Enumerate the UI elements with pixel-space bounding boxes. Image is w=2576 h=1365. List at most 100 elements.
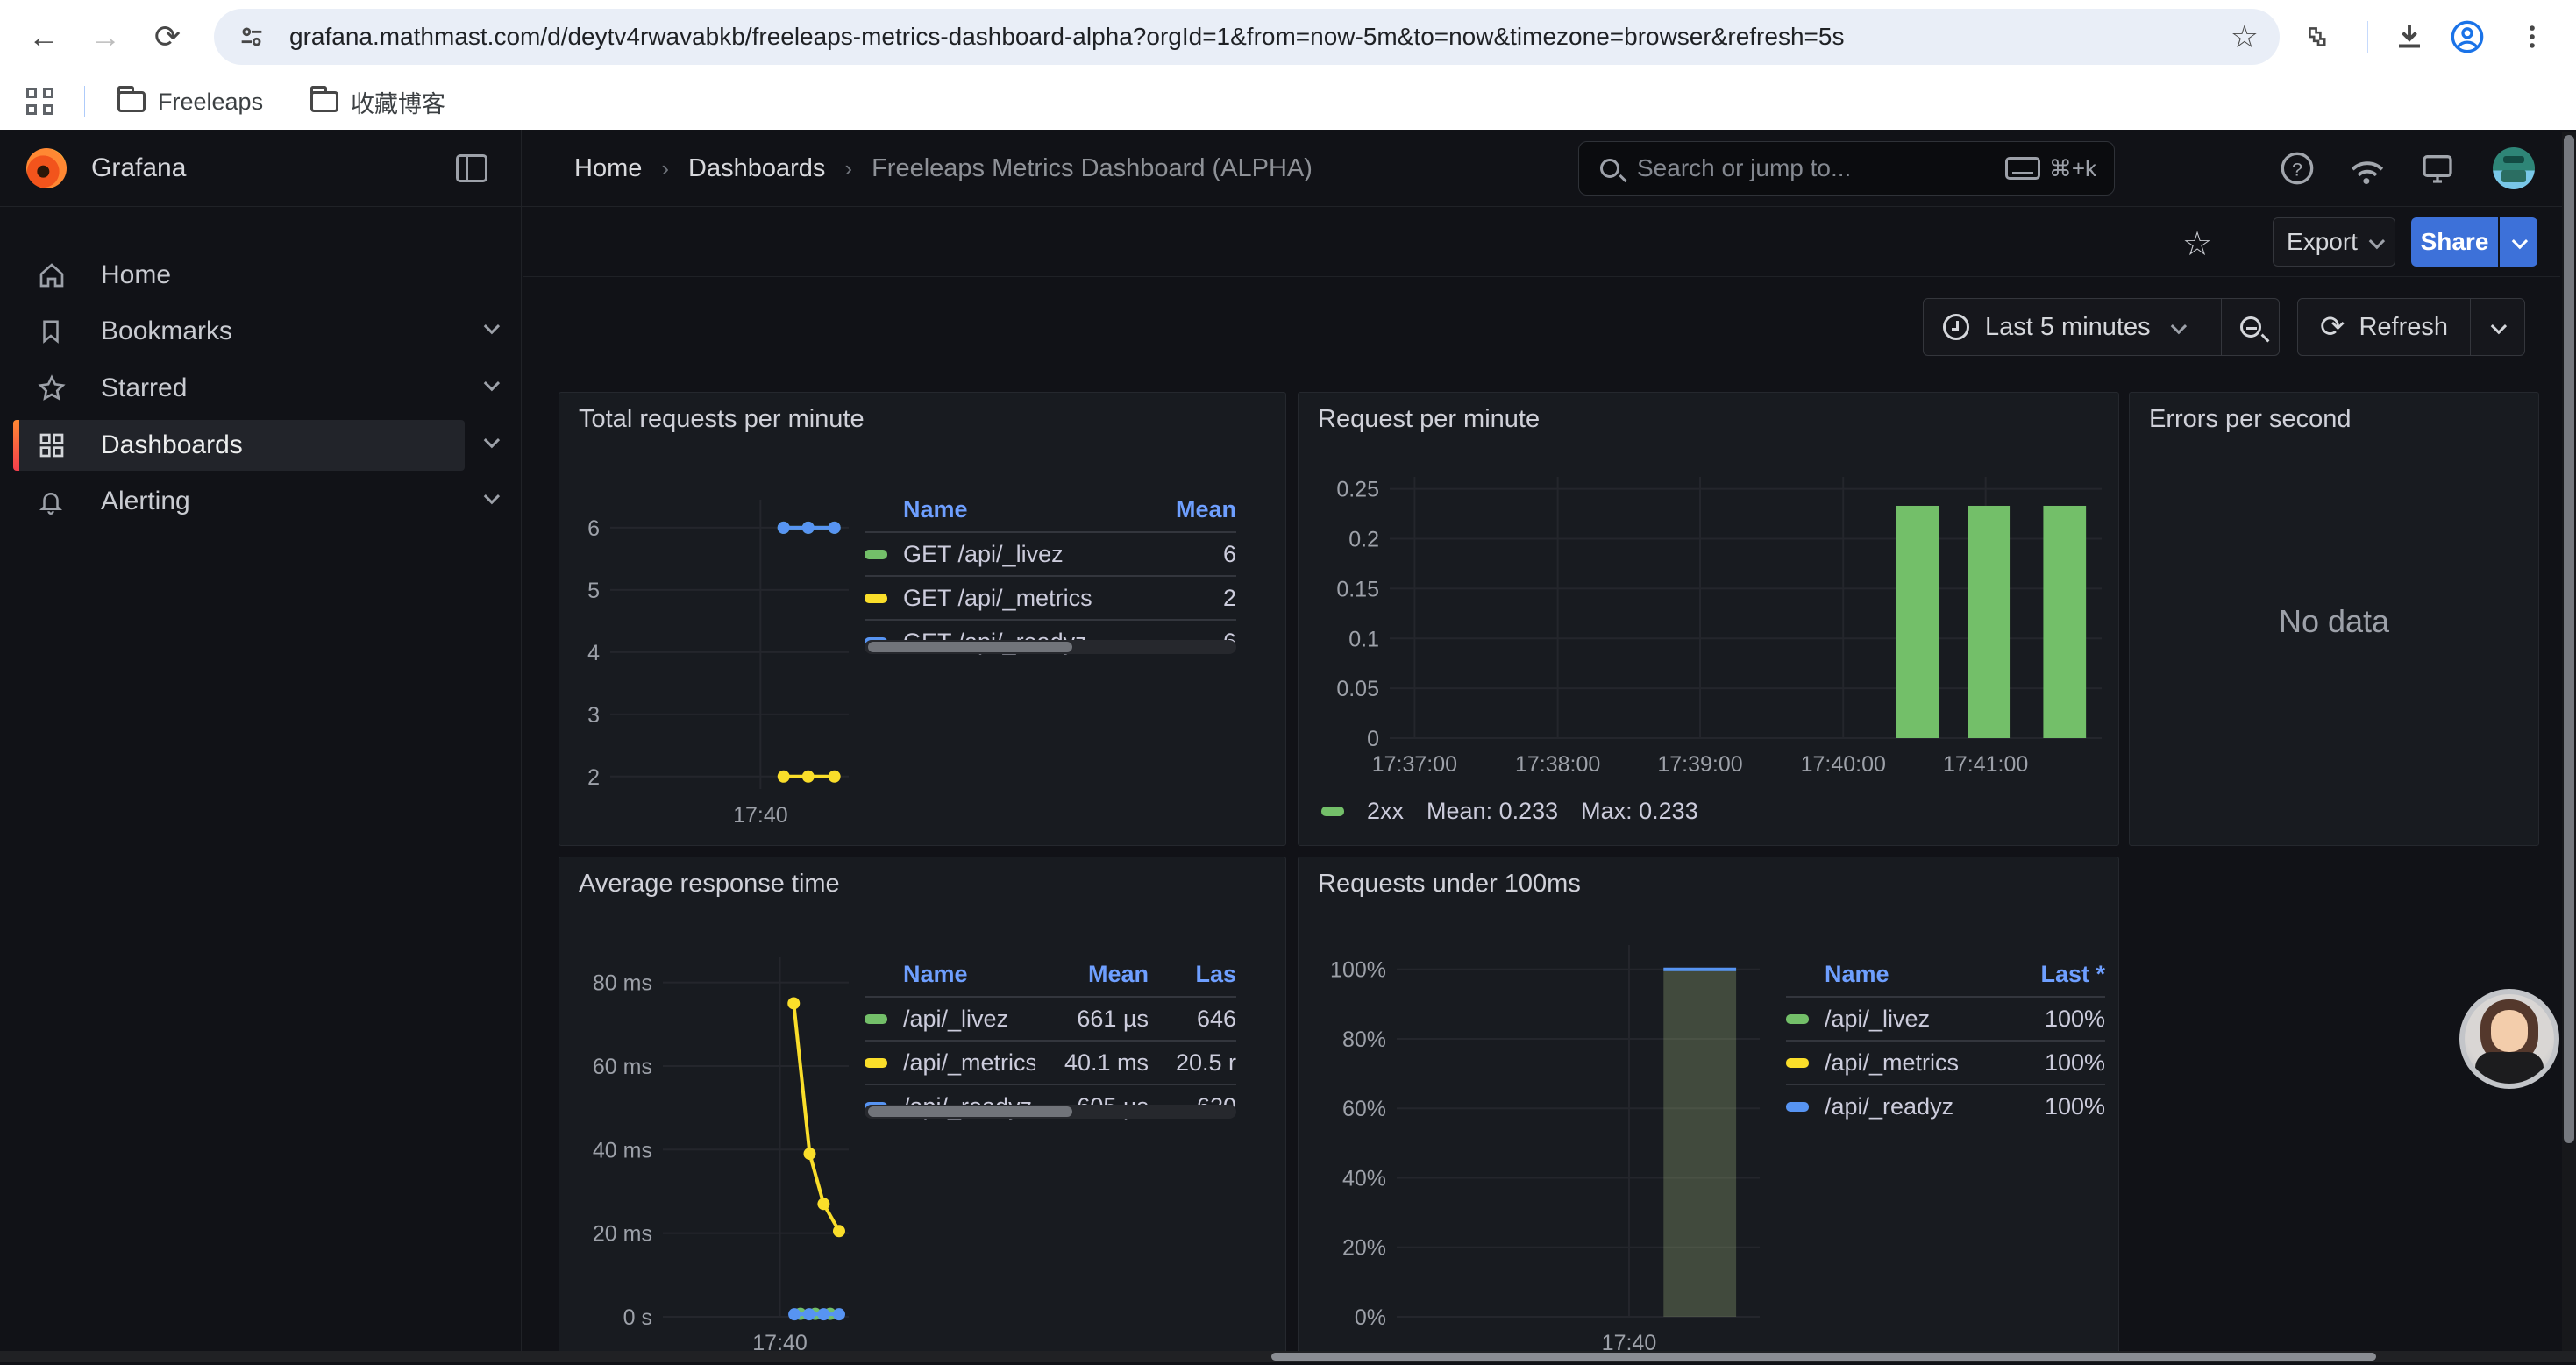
breadcrumb-item[interactable]: Dashboards: [688, 154, 825, 183]
legend-header[interactable]: Las: [1149, 961, 1236, 988]
dashboard-actions-row: ☆ Export Share: [523, 207, 2560, 277]
forward-button[interactable]: →: [81, 12, 130, 61]
svg-text:17:40: 17:40: [733, 803, 788, 828]
legend-header[interactable]: Mean: [1035, 961, 1149, 988]
series-swatch: [1786, 1014, 1809, 1024]
legend-row[interactable]: /api/_readyz100%: [1786, 1084, 2105, 1127]
panel-title[interactable]: Average response time: [579, 870, 840, 899]
star-dashboard-button[interactable]: ☆: [2182, 224, 2212, 264]
legend-header[interactable]: Mean: [1140, 496, 1236, 523]
svg-text:2: 2: [587, 765, 600, 790]
chevron-down-icon[interactable]: [485, 492, 496, 508]
legend-header-row: NameLast *: [1786, 952, 2105, 996]
legend-header[interactable]: Name: [903, 496, 1140, 523]
panel-title[interactable]: Errors per second: [2149, 405, 2352, 434]
monitor-icon[interactable]: [2418, 149, 2457, 188]
legend-row[interactable]: /api/_metrics40.1 ms20.5 r: [865, 1040, 1236, 1084]
panel-title[interactable]: Requests under 100ms: [1318, 870, 1581, 899]
extensions-icon[interactable]: [2290, 14, 2336, 60]
sidebar: Home Bookmarks Starred Dashboards Alerting: [0, 207, 522, 1362]
grafana-logo-icon[interactable]: [26, 148, 67, 188]
vertical-scrollbar[interactable]: [2562, 132, 2576, 1362]
zoom-out-button[interactable]: [2221, 299, 2279, 355]
breadcrumb-item: Freeleaps Metrics Dashboard (ALPHA): [872, 154, 1313, 183]
panel-requests-under-100ms: 100%80%60%40%20%0%17:40 Requests under 1…: [1298, 857, 2119, 1362]
svg-text:3: 3: [587, 703, 600, 728]
sidebar-item-alerting[interactable]: Alerting: [13, 476, 465, 527]
breadcrumb-item[interactable]: Home: [574, 154, 642, 183]
series-name: /api/_metrics: [1825, 1049, 2000, 1077]
sidebar-item-label: Alerting: [101, 487, 190, 516]
series-value: 2: [1140, 585, 1236, 612]
apps-grid-icon[interactable]: [26, 88, 53, 115]
chevron-down-icon[interactable]: [485, 322, 496, 338]
panel-title[interactable]: Total requests per minute: [579, 405, 865, 434]
refresh-interval-button[interactable]: [2470, 299, 2524, 355]
legend-row[interactable]: /api/_livez661 µs646: [865, 996, 1236, 1040]
svg-text:6: 6: [587, 516, 600, 541]
horizontal-scrollbar[interactable]: [0, 1351, 2576, 1362]
svg-text:17:40:00: 17:40:00: [1801, 752, 1886, 777]
series-value: 100%: [2000, 1006, 2105, 1033]
menu-kebab-icon[interactable]: [2509, 14, 2555, 60]
bookmark-star-icon[interactable]: ☆: [2231, 18, 2259, 55]
legend-header[interactable]: Name: [1825, 961, 2000, 988]
legend-row[interactable]: GET /api/_livez6: [865, 531, 1236, 575]
site-settings-icon[interactable]: [237, 22, 267, 52]
assistant-avatar[interactable]: [2459, 989, 2559, 1089]
legend-header[interactable]: Name: [903, 961, 1035, 988]
bookmark-folder-freeleaps[interactable]: Freeleaps: [103, 81, 277, 123]
total-requests-chart: 6543217:40: [568, 473, 854, 835]
sidebar-item-dashboards[interactable]: Dashboards: [13, 420, 465, 471]
svg-text:0: 0: [1367, 727, 1379, 751]
share-button[interactable]: Share: [2411, 217, 2498, 267]
sidebar-item-bookmarks[interactable]: Bookmarks: [13, 306, 465, 357]
svg-text:5: 5: [587, 579, 600, 603]
series-value: 661 µs: [1035, 1006, 1149, 1033]
avg-response-time-legend: NameMeanLas/api/_livez661 µs646/api/_met…: [865, 952, 1236, 1127]
downloads-icon[interactable]: [2387, 14, 2432, 60]
total-requests-legend: NameMean GET /api/_livez6GET /api/_metric…: [865, 487, 1236, 663]
news-rss-icon[interactable]: [2348, 149, 2387, 188]
bookmark-folder-blogs[interactable]: 收藏博客: [296, 81, 459, 123]
search-input[interactable]: Search or jump to... ⌘+k: [1578, 141, 2115, 196]
legend-row[interactable]: /api/_livez100%: [1786, 996, 2105, 1040]
back-button[interactable]: ←: [19, 12, 68, 61]
legend-scrollbar[interactable]: [865, 640, 1236, 654]
sidebar-item-starred[interactable]: Starred: [13, 363, 465, 414]
chevron-down-icon[interactable]: [485, 436, 496, 451]
legend-header[interactable]: Last *: [2000, 961, 2105, 988]
series-value: 6: [1140, 541, 1236, 568]
dock-sidebar-icon[interactable]: [456, 154, 487, 182]
refresh-button[interactable]: ⟳ Refresh: [2298, 299, 2470, 355]
svg-text:20%: 20%: [1342, 1236, 1386, 1261]
sidebar-item-label: Home: [101, 260, 171, 290]
series-value: 646: [1149, 1006, 1236, 1033]
brand-box: Grafana: [0, 130, 522, 207]
time-picker-group: Last 5 minutes: [1923, 298, 2280, 356]
panel-avg-response-time: Average response time 80 ms60 ms40 ms20 …: [559, 857, 1286, 1362]
legend-row[interactable]: GET /api/_metrics2: [865, 575, 1236, 619]
user-avatar[interactable]: [2493, 147, 2535, 189]
bookmark-folder-label: Freeleaps: [158, 89, 263, 116]
request-per-minute-legend[interactable]: 2xx Mean: 0.233 Max: 0.233: [1321, 798, 1698, 825]
share-dropdown-button[interactable]: [2500, 217, 2537, 267]
sidebar-item-home[interactable]: Home: [13, 250, 465, 301]
horizontal-scrollbar-thumb[interactable]: [1271, 1353, 2376, 1361]
grafana-topnav: Grafana Home›Dashboards›Freeleaps Metric…: [0, 130, 2576, 207]
breadcrumb-separator: ›: [844, 155, 852, 182]
folder-icon: [310, 91, 338, 112]
chevron-down-icon[interactable]: [485, 379, 496, 395]
url-bar[interactable]: grafana.mathmast.com/d/deytv4rwavabkb/fr…: [214, 9, 2280, 65]
help-icon[interactable]: ?: [2278, 149, 2316, 188]
reload-button[interactable]: ⟳: [143, 12, 192, 61]
legend-row[interactable]: /api/_metrics100%: [1786, 1040, 2105, 1084]
vertical-scrollbar-thumb[interactable]: [2564, 135, 2574, 1143]
browser-toolbar: ← → ⟳ grafana.mathmast.com/d/deytv4rwava…: [0, 0, 2576, 74]
export-button[interactable]: Export: [2273, 217, 2395, 267]
search-icon: [1600, 159, 1619, 178]
profile-icon[interactable]: [2444, 14, 2490, 60]
legend-scrollbar[interactable]: [865, 1105, 1236, 1119]
panel-title[interactable]: Request per minute: [1318, 405, 1540, 434]
time-range-button[interactable]: Last 5 minutes: [1924, 299, 2221, 355]
